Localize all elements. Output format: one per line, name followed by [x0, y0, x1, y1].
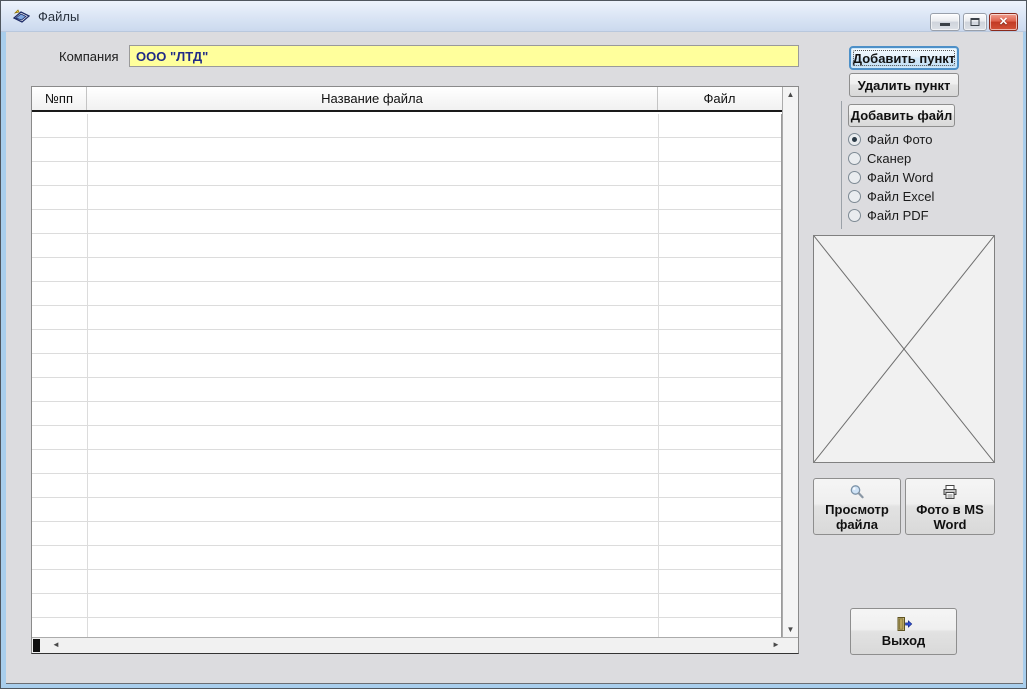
close-button[interactable]: ✕ — [989, 13, 1018, 31]
close-icon: ✕ — [998, 16, 1009, 28]
radio-file-word[interactable]: Файл Word — [848, 169, 933, 186]
radio-label: Файл PDF — [867, 208, 929, 223]
radio-label: Файл Word — [867, 170, 934, 185]
add-file-button[interactable]: Добавить файл — [848, 104, 955, 127]
panel-divider — [841, 101, 842, 229]
exit-button[interactable]: Выход — [850, 608, 957, 655]
maximize-button[interactable] — [963, 13, 987, 31]
minimize-icon — [940, 23, 950, 26]
radio-icon — [848, 133, 861, 146]
column-divider — [658, 114, 659, 637]
view-file-label: Просмотр файла — [825, 501, 889, 532]
company-input[interactable] — [129, 45, 799, 67]
scroll-right-icon[interactable]: ► — [772, 640, 780, 649]
radio-file-pdf[interactable]: Файл PDF — [848, 207, 929, 224]
printer-icon — [943, 484, 957, 499]
crossed-placeholder-icon — [814, 236, 994, 462]
column-divider — [87, 114, 88, 637]
radio-icon — [848, 190, 861, 203]
table-header: №пп Название файла Файл — [32, 87, 782, 112]
window: Файлы ✕ Компания №пп Название файла Файл… — [0, 0, 1027, 689]
radio-file-excel[interactable]: Файл Excel — [848, 188, 934, 205]
radio-label: Файл Excel — [867, 189, 935, 204]
delete-item-label: Удалить пункт — [857, 77, 951, 93]
radio-icon — [848, 152, 861, 165]
company-label: Компания — [59, 49, 119, 64]
column-header-file[interactable]: Файл — [658, 87, 781, 110]
files-table: №пп Название файла Файл ▲ ▼ ◄ ► — [31, 86, 799, 654]
add-item-button[interactable]: Добавить пункт — [849, 46, 959, 70]
photo-to-word-label: Фото в MS Word — [916, 501, 984, 532]
radio-label: Сканер — [867, 151, 912, 166]
view-file-button[interactable]: Просмотр файла — [813, 478, 901, 535]
horizontal-scrollbar[interactable]: ◄ ► — [32, 637, 798, 653]
photo-to-word-button[interactable]: Фото в MS Word — [905, 478, 995, 535]
radio-label: Файл Фото — [867, 132, 933, 147]
minimize-button[interactable] — [930, 13, 960, 31]
scroll-up-icon[interactable]: ▲ — [783, 90, 798, 99]
titlebar[interactable]: Файлы ✕ — [1, 1, 1026, 32]
form-icon[interactable] — [13, 8, 30, 25]
magnifier-icon — [850, 484, 864, 498]
radio-icon — [848, 171, 861, 184]
column-header-num[interactable]: №пп — [32, 87, 87, 110]
image-preview-placeholder — [813, 235, 995, 463]
radio-icon — [848, 209, 861, 222]
vertical-scrollbar[interactable]: ▲ ▼ — [782, 87, 798, 637]
exit-label: Выход — [881, 632, 926, 648]
scroll-down-icon[interactable]: ▼ — [783, 625, 798, 634]
add-file-label: Добавить файл — [850, 108, 953, 123]
maximize-icon — [970, 18, 980, 26]
exit-door-icon — [897, 616, 912, 631]
scroll-left-icon[interactable]: ◄ — [52, 640, 60, 649]
radio-file-photo[interactable]: Файл Фото — [848, 131, 932, 148]
table-body[interactable] — [32, 114, 782, 637]
focus-rect — [853, 50, 955, 66]
horizontal-scroll-thumb[interactable] — [33, 639, 40, 652]
column-header-filename[interactable]: Название файла — [87, 87, 658, 110]
delete-item-button[interactable]: Удалить пункт — [849, 73, 959, 97]
window-title: Файлы — [38, 9, 80, 24]
radio-scanner[interactable]: Сканер — [848, 150, 911, 167]
